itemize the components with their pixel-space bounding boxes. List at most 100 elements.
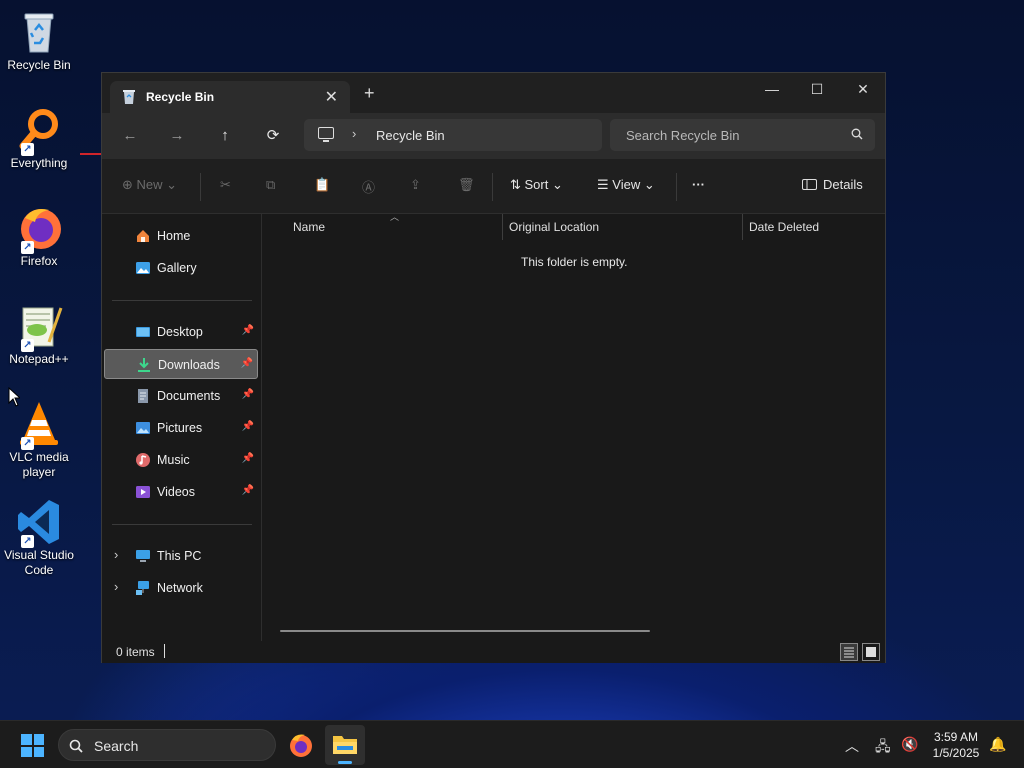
sidebar-item-videos[interactable]: Videos 📌 — [104, 477, 258, 507]
sidebar-item-pictures[interactable]: Pictures 📌 — [104, 413, 258, 443]
pictures-icon — [136, 422, 150, 434]
share-icon[interactable]: ⇪ — [410, 177, 421, 193]
sidebar-item-desktop[interactable]: Desktop 📌 — [104, 317, 258, 347]
search-placeholder: Search Recycle Bin — [626, 128, 740, 143]
up-arrow-icon[interactable]: ↑ — [214, 125, 236, 147]
this-pc-icon — [318, 127, 334, 142]
taskbar-file-explorer[interactable] — [325, 725, 365, 765]
tab-title: Recycle Bin — [146, 90, 215, 104]
more-options-button[interactable]: ··· — [692, 177, 705, 192]
forward-arrow-icon[interactable]: → — [166, 125, 188, 147]
clock-time: 3:59 AM — [933, 730, 979, 744]
sidebar-label: Music — [157, 453, 190, 467]
sidebar-item-network[interactable]: › Network — [104, 573, 258, 603]
mouse-cursor-icon — [8, 387, 20, 407]
column-header-date-deleted[interactable]: Date Deleted — [749, 220, 819, 234]
horizontal-scrollbar[interactable] — [280, 630, 650, 632]
pin-icon[interactable]: 📌 — [242, 453, 254, 464]
sidebar-item-music[interactable]: Music 📌 — [104, 445, 258, 475]
title-bar[interactable]: Recycle Bin ✕ + — ☐ ✕ — [102, 73, 885, 113]
sort-button[interactable]: ⇅ Sort ⌄ — [510, 177, 563, 193]
pin-icon[interactable]: 📌 — [242, 485, 254, 496]
sidebar-item-documents[interactable]: Documents 📌 — [104, 381, 258, 411]
search-icon[interactable] — [851, 128, 863, 140]
file-list-pane[interactable]: ︿ Name Original Location Date Deleted Th… — [262, 212, 885, 641]
windows-logo-icon — [33, 734, 44, 745]
shortcut-arrow-icon: ↗ — [21, 535, 34, 548]
address-bar[interactable]: › Recycle Bin — [304, 119, 602, 151]
vscode-icon: ↗ — [15, 498, 63, 548]
clock-date: 1/5/2025 — [932, 746, 980, 760]
search-box[interactable]: Search Recycle Bin — [610, 119, 875, 151]
column-header-original-location[interactable]: Original Location — [509, 220, 599, 234]
sort-indicator-icon: ︿ — [390, 212, 400, 222]
paste-icon[interactable]: 📋 — [314, 177, 330, 193]
sidebar-label: Documents — [157, 389, 221, 403]
divider — [200, 173, 201, 201]
desktop-icon-notepad-plus-plus[interactable]: ↗ Notepad++ — [0, 302, 78, 367]
view-button[interactable]: ☰ View ⌄ — [597, 177, 655, 193]
back-arrow-icon[interactable]: ← — [119, 125, 141, 147]
desktop-icon-label: Firefox — [20, 254, 58, 268]
this-pc-icon — [136, 550, 150, 562]
sidebar-label: Gallery — [157, 261, 197, 275]
gallery-icon — [136, 262, 150, 274]
pin-icon[interactable]: 📌 — [242, 325, 254, 336]
minimize-button[interactable]: — — [749, 77, 795, 101]
pin-icon[interactable]: 📌 — [241, 358, 253, 369]
pin-icon[interactable]: 📌 — [242, 389, 254, 400]
expand-chevron-icon[interactable]: › — [114, 547, 118, 562]
status-bar: 0 items — [102, 641, 885, 663]
sidebar-label: This PC — [157, 549, 202, 563]
documents-icon — [138, 389, 148, 403]
cut-icon[interactable]: ✂ — [220, 177, 231, 193]
sidebar-item-downloads[interactable]: Downloads 📌 — [104, 349, 258, 379]
breadcrumb-chevron-icon[interactable]: › — [352, 126, 356, 141]
column-divider[interactable] — [502, 214, 503, 240]
network-status-icon[interactable]: 🖧 — [875, 736, 891, 760]
desktop-icon-vlc[interactable]: ↗ VLC media player — [0, 400, 78, 480]
rename-icon[interactable]: Ⓐ — [362, 177, 375, 196]
music-icon — [136, 453, 150, 467]
details-pane-button[interactable]: Details — [802, 177, 863, 192]
details-pane-icon — [802, 179, 817, 190]
copy-icon[interactable]: ⧉ — [266, 177, 275, 193]
new-button[interactable]: ⊕ New ⌄ — [122, 177, 177, 193]
column-divider[interactable] — [742, 214, 743, 240]
column-header-name[interactable]: Name — [293, 220, 325, 234]
large-icons-view-button[interactable] — [862, 643, 880, 661]
refresh-icon[interactable]: ⟳ — [262, 125, 284, 147]
tab-recycle-bin[interactable]: Recycle Bin ✕ — [110, 81, 350, 113]
breadcrumb-recycle-bin[interactable]: Recycle Bin — [376, 128, 445, 143]
taskbar-search[interactable]: Search — [58, 729, 276, 761]
desktop-icon-firefox[interactable]: ↗ Firefox — [0, 204, 78, 269]
show-hidden-icons-button[interactable]: ︿ — [845, 736, 859, 756]
notification-bell-icon[interactable]: 🔔 — [989, 736, 1006, 753]
expand-chevron-icon[interactable]: › — [114, 579, 118, 594]
volume-icon[interactable]: 🔇 — [901, 736, 918, 753]
pin-icon[interactable]: 📌 — [242, 421, 254, 432]
search-icon — [69, 739, 83, 753]
delete-icon[interactable]: 🗑 — [458, 177, 475, 193]
desktop-icon-recycle-bin[interactable]: Recycle Bin — [0, 8, 78, 73]
close-window-button[interactable]: ✕ — [840, 77, 886, 101]
windows-logo-icon — [21, 746, 32, 757]
desktop-icon-everything[interactable]: ↗ Everything — [0, 106, 78, 171]
desktop-icon-label: Everything — [10, 156, 68, 170]
file-explorer-window[interactable]: Recycle Bin ✕ + — ☐ ✕ ← → ↑ ⟳ › Recycle … — [101, 72, 886, 663]
system-clock[interactable]: 3:59 AM 1/5/2025 — [925, 729, 987, 761]
new-tab-button[interactable]: + — [364, 83, 375, 104]
sidebar-item-this-pc[interactable]: › This PC — [104, 541, 258, 571]
sidebar-item-gallery[interactable]: Gallery — [104, 253, 258, 283]
notepad-plus-plus-icon: ↗ — [15, 302, 63, 352]
sidebar-label: Videos — [157, 485, 195, 499]
start-button[interactable] — [21, 734, 44, 757]
details-view-button[interactable] — [840, 643, 858, 661]
tab-close-icon[interactable]: ✕ — [325, 87, 338, 107]
maximize-button[interactable]: ☐ — [794, 77, 840, 101]
desktop-icon-vscode[interactable]: ↗ Visual Studio Code — [0, 498, 78, 578]
sidebar-item-home[interactable]: Home — [104, 221, 258, 251]
new-label: New — [136, 177, 163, 192]
taskbar-firefox[interactable] — [281, 725, 321, 765]
details-label: Details — [823, 177, 863, 192]
